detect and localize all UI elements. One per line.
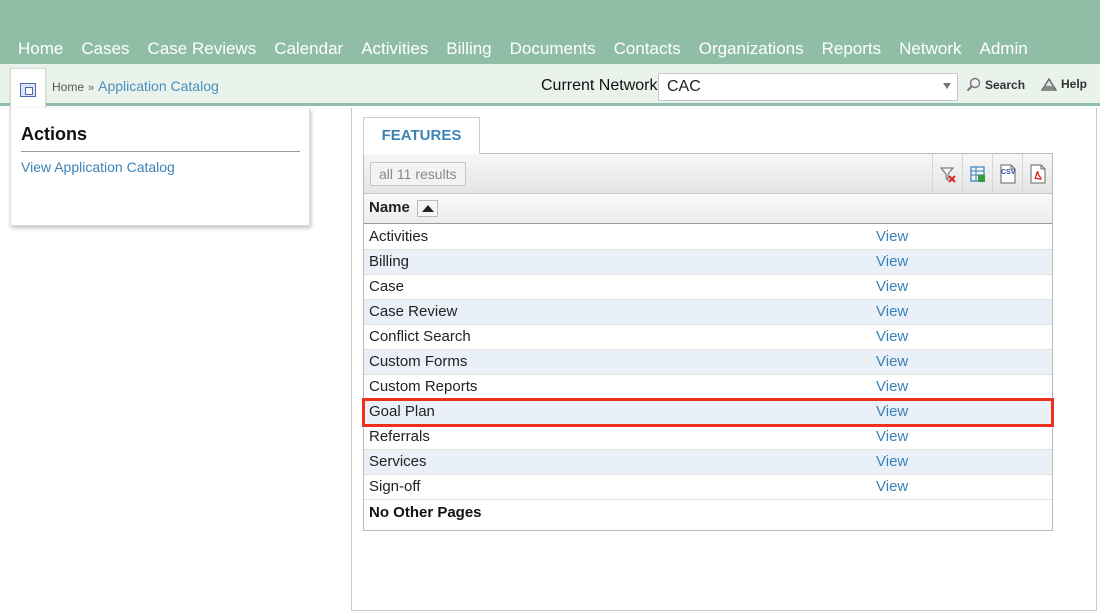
breadcrumb: Home » Application Catalog	[52, 78, 219, 94]
grid-rows: Activities View Billing View Case View Case Re…	[362, 225, 1054, 500]
breadcrumb-bar: Home » Application Catalog Current Network…	[0, 64, 1100, 114]
table-row: Sign-off View	[364, 475, 1052, 500]
sort-ascending-icon[interactable]	[417, 200, 438, 217]
search-button[interactable]: Search	[966, 77, 1025, 92]
nav-item-documents[interactable]: Documents	[502, 38, 604, 60]
table-row: Custom Reports View	[364, 375, 1052, 400]
clear-filter-icon	[939, 167, 956, 183]
search-label: Search	[985, 77, 1026, 92]
row-view-link[interactable]: View	[876, 350, 908, 374]
nav-item-activities[interactable]: Activities	[353, 38, 436, 60]
network-select-value: CAC	[667, 78, 701, 95]
nav-item-reports[interactable]: Reports	[814, 38, 890, 60]
nav-item-network[interactable]: Network	[891, 38, 969, 60]
row-name: Billing	[369, 253, 410, 270]
top-nav: Home Cases Case Reviews Calendar Activities B…	[0, 0, 1100, 64]
row-view-link[interactable]: View	[876, 475, 908, 499]
csv-export-button[interactable]: CSV	[992, 154, 1022, 194]
row-name: Referrals	[369, 428, 430, 445]
search-icon	[966, 77, 981, 92]
nav-item-admin[interactable]: Admin	[972, 38, 1036, 60]
breadcrumb-current[interactable]: Application Catalog	[98, 78, 219, 94]
chevron-down-icon	[943, 83, 951, 89]
row-view-link[interactable]: View	[876, 225, 908, 249]
pdf-export-icon	[1030, 164, 1045, 184]
actions-panel: Actions View Application Catalog	[10, 108, 310, 226]
nav-list: Home Cases Case Reviews Calendar Activities B…	[10, 38, 1036, 60]
row-view-link[interactable]: View	[876, 400, 908, 424]
clear-filter-button[interactable]	[932, 154, 962, 194]
table-row: Case Review View	[364, 300, 1052, 325]
grid-header: Name	[364, 194, 1052, 224]
row-name: Activities	[369, 228, 429, 245]
row-name: Case Review	[369, 303, 458, 320]
current-network-label: Current Network	[541, 77, 658, 94]
row-view-link[interactable]: View	[876, 325, 908, 349]
nav-item-billing[interactable]: Billing	[438, 38, 499, 60]
nav-item-case-reviews[interactable]: Case Reviews	[140, 38, 265, 60]
excel-export-icon	[969, 166, 985, 182]
pdf-export-button[interactable]	[1022, 154, 1052, 194]
panel-toggle-icon	[20, 83, 36, 97]
row-view-link[interactable]: View	[876, 375, 908, 399]
csv-label: CSV	[1001, 169, 1016, 176]
main-panel: FEATURES all 11 results CSV Name Activit…	[351, 108, 1097, 611]
breadcrumb-separator: »	[88, 82, 95, 94]
table-row: Referrals View	[364, 425, 1052, 450]
tab-features[interactable]: FEATURES	[363, 117, 480, 154]
view-application-catalog-link[interactable]: View Application Catalog	[21, 159, 175, 175]
row-name: Conflict Search	[369, 328, 471, 345]
column-header-name[interactable]: Name	[369, 199, 410, 216]
help-icon	[1041, 77, 1057, 91]
table-row: Goal Plan View	[362, 398, 1054, 427]
excel-export-button[interactable]	[962, 154, 992, 194]
pagination-status: No Other Pages	[369, 504, 482, 521]
help-label: Help	[1061, 77, 1088, 91]
row-name: Case	[369, 278, 405, 295]
actions-divider	[21, 151, 300, 152]
table-row: Case View	[364, 275, 1052, 300]
grid-toolbar: all 11 results CSV	[364, 154, 1052, 194]
row-name: Goal Plan	[369, 403, 435, 420]
table-row: Billing View	[364, 250, 1052, 275]
network-select[interactable]: CAC	[658, 73, 958, 101]
breadcrumb-home[interactable]: Home	[52, 80, 84, 94]
results-count: all 11 results	[370, 162, 466, 186]
nav-item-cases[interactable]: Cases	[73, 38, 137, 60]
nav-item-organizations[interactable]: Organizations	[691, 38, 812, 60]
table-row: Custom Forms View	[364, 350, 1052, 375]
actions-title: Actions	[21, 124, 88, 144]
nav-item-home[interactable]: Home	[10, 38, 71, 60]
nav-item-contacts[interactable]: Contacts	[606, 38, 689, 60]
row-view-link[interactable]: View	[876, 425, 908, 449]
row-view-link[interactable]: View	[876, 450, 908, 474]
row-name: Services	[369, 453, 427, 470]
table-row: Activities View	[364, 225, 1052, 250]
row-name: Custom Forms	[369, 353, 468, 370]
table-row: Services View	[364, 450, 1052, 475]
table-row: Conflict Search View	[364, 325, 1052, 350]
row-view-link[interactable]: View	[876, 300, 908, 324]
nav-item-calendar[interactable]: Calendar	[266, 38, 351, 60]
row-view-link[interactable]: View	[876, 275, 908, 299]
row-view-link[interactable]: View	[876, 250, 908, 274]
row-name: Sign-off	[369, 478, 421, 495]
features-grid: all 11 results CSV Name Activities View Bi…	[362, 153, 1054, 531]
row-name: Custom Reports	[369, 378, 478, 395]
help-button[interactable]: Help	[1041, 77, 1087, 91]
